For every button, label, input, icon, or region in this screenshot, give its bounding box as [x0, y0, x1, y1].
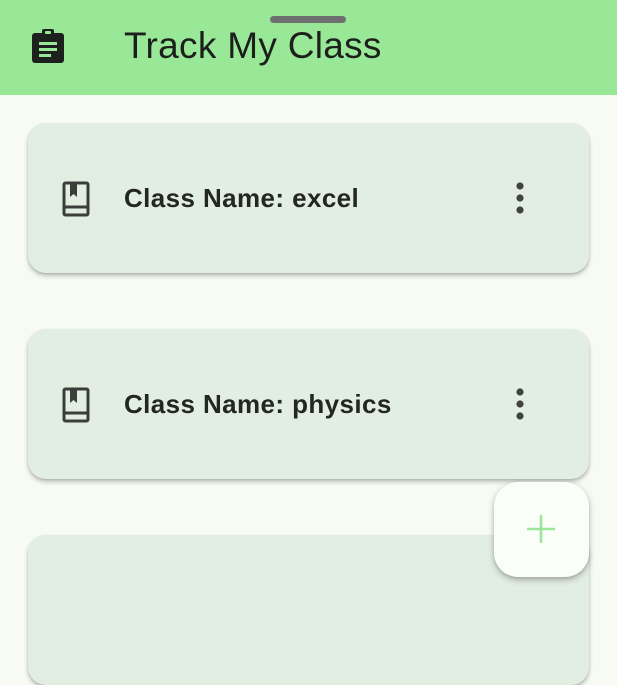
class-card[interactable]: Class Name: excel: [28, 123, 589, 273]
class-name-label: Class Name: excel: [124, 183, 360, 213]
book-icon: [62, 387, 90, 423]
add-class-button[interactable]: [494, 482, 589, 577]
class-card[interactable]: Class Name: physics: [28, 329, 589, 479]
plus-icon: [527, 515, 555, 543]
app-bar: Track My Class: [0, 0, 617, 95]
app-title: Track My Class: [124, 25, 382, 66]
more-vert-icon[interactable]: [506, 179, 534, 219]
book-icon: [62, 181, 90, 217]
class-name-label: Class Name: physics: [124, 389, 392, 419]
clipboard-icon: [32, 29, 64, 63]
more-vert-icon[interactable]: [506, 385, 534, 425]
